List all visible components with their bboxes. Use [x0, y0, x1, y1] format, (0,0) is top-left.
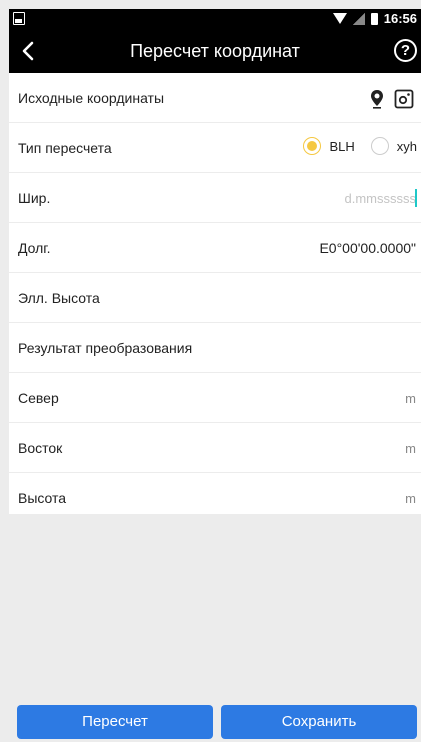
ellipsoid-height-label: Элл. Высота: [18, 290, 100, 306]
form-content: Исходные координаты Тип пересчета BLH xy…: [9, 73, 421, 514]
source-coordinates-row: Исходные координаты: [9, 73, 421, 123]
longitude-row: Долг. E0°00'00.0000": [9, 223, 421, 273]
result-east-label: Восток: [18, 440, 63, 456]
result-north-unit: m: [405, 391, 416, 406]
longitude-input[interactable]: E0°00'00.0000": [319, 240, 416, 256]
bottom-bar: Пересчет Сохранить: [9, 697, 421, 742]
radio-xyh-indicator: [370, 137, 389, 155]
help-button[interactable]: ?: [394, 39, 417, 62]
signal-icon: [352, 12, 365, 25]
text-cursor: [415, 189, 417, 207]
result-height-label: Высота: [18, 490, 67, 506]
radio-xyh-label: xyh: [396, 138, 417, 154]
result-height-unit: m: [405, 491, 416, 506]
result-north-label: Север: [18, 390, 59, 406]
source-coordinates-label: Исходные координаты: [18, 90, 165, 106]
result-east-row: Восток m: [9, 423, 421, 473]
ellipsoid-height-row: Элл. Высота: [9, 273, 421, 323]
latitude-row: Шир.: [9, 173, 421, 223]
status-time: 16:56: [383, 11, 417, 26]
status-icons: 16:56: [332, 11, 417, 26]
conversion-type-row: Тип пересчета BLH xyh: [9, 123, 421, 173]
point-library-icon[interactable]: [394, 89, 414, 109]
battery-icon: [370, 12, 378, 25]
radio-blh-indicator: [303, 137, 322, 155]
latitude-input[interactable]: [216, 185, 416, 211]
result-north-row: Север m: [9, 373, 421, 423]
longitude-label: Долг.: [18, 240, 51, 256]
radio-xyh[interactable]: xyh: [370, 137, 417, 155]
conversion-type-label: Тип пересчета: [18, 140, 112, 156]
gallery-icon: [13, 12, 25, 25]
result-section-row: Результат преобразования: [9, 323, 421, 373]
wifi-icon: [332, 13, 347, 24]
toolbar: Пересчет координат ?: [9, 29, 421, 73]
status-bar: 16:56: [9, 9, 421, 29]
app-frame: 16:56 Пересчет координат ? Исходные коор…: [0, 0, 421, 742]
location-pin-icon[interactable]: [369, 89, 385, 109]
page-title: Пересчет координат: [130, 41, 300, 61]
result-section-label: Результат преобразования: [18, 340, 193, 356]
save-button[interactable]: Сохранить: [221, 705, 417, 739]
conversion-type-radio-group: BLH xyh: [287, 137, 417, 155]
result-east-unit: m: [405, 441, 416, 456]
latitude-label: Шир.: [18, 190, 51, 206]
radio-blh[interactable]: BLH: [303, 137, 355, 155]
radio-blh-label: BLH: [329, 138, 355, 154]
result-height-row: Высота m: [9, 473, 421, 523]
recalc-button[interactable]: Пересчет: [17, 705, 213, 739]
